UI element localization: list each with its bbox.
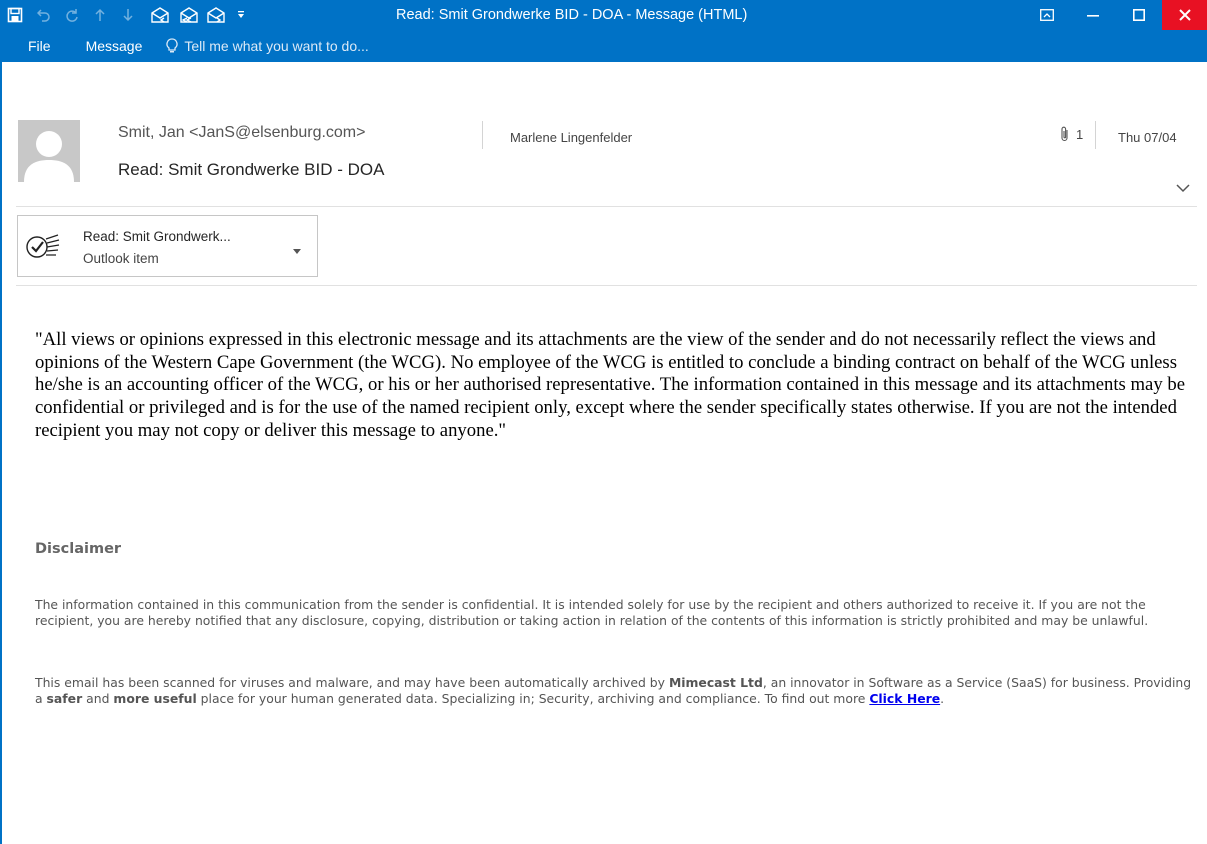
scan-text: place for your human generated data. Spe… bbox=[196, 690, 870, 706]
quick-access-toolbar bbox=[0, 0, 252, 30]
attachment-count: 1 bbox=[1076, 126, 1084, 142]
save-icon[interactable] bbox=[0, 0, 30, 30]
divider bbox=[16, 285, 1197, 286]
close-icon[interactable] bbox=[1162, 0, 1207, 30]
title-bar: Read: Smit Grondwerke BID - DOA - Messag… bbox=[0, 0, 1207, 62]
scan-bold: safer bbox=[46, 690, 83, 706]
scan-bold: more useful bbox=[113, 690, 197, 706]
undo-icon[interactable] bbox=[30, 0, 58, 30]
sent-date: Thu 07/04 bbox=[1118, 130, 1177, 145]
scan-text: . bbox=[940, 690, 945, 706]
window-left-border bbox=[0, 62, 2, 844]
attachment-type: Outlook item bbox=[83, 251, 159, 266]
scan-text: and bbox=[82, 690, 114, 706]
ribbon-tabs: File Message Tell me what you want to do… bbox=[0, 30, 369, 62]
paperclip-icon bbox=[1061, 126, 1068, 142]
attachment-dropdown-icon[interactable] bbox=[293, 240, 301, 259]
tell-me-placeholder: Tell me what you want to do... bbox=[184, 38, 369, 54]
header-separator bbox=[482, 121, 483, 149]
minimize-icon[interactable] bbox=[1070, 0, 1116, 30]
scan-notice: This email has been scanned for viruses … bbox=[35, 675, 1195, 706]
recipient-name[interactable]: Marlene Lingenfelder bbox=[510, 130, 632, 145]
tab-file[interactable]: File bbox=[28, 38, 51, 54]
message-body-quote: "All views or opinions expressed in this… bbox=[35, 329, 1185, 441]
next-item-icon[interactable] bbox=[114, 0, 142, 30]
attachment-card[interactable]: Read: Smit Grondwerk... Outlook item bbox=[17, 215, 318, 277]
attachment-name: Read: Smit Grondwerk... bbox=[83, 229, 231, 244]
attachment-indicator: 1 bbox=[1060, 126, 1083, 142]
disclaimer-text: The information contained in this commun… bbox=[35, 597, 1149, 628]
reply-icon[interactable] bbox=[146, 0, 174, 30]
customize-toolbar-icon[interactable] bbox=[230, 0, 252, 30]
message-subject: Read: Smit Grondwerke BID - DOA bbox=[118, 160, 385, 179]
window-controls bbox=[1024, 0, 1207, 30]
disclaimer-heading: Disclaimer bbox=[35, 541, 122, 557]
previous-item-icon[interactable] bbox=[86, 0, 114, 30]
forward-icon[interactable] bbox=[202, 0, 230, 30]
read-receipt-icon bbox=[24, 230, 64, 268]
window-title: Read: Smit Grondwerke BID - DOA - Messag… bbox=[396, 7, 748, 23]
redo-icon[interactable] bbox=[58, 0, 86, 30]
maximize-icon[interactable] bbox=[1116, 0, 1162, 30]
avatar bbox=[18, 120, 80, 182]
scan-bold: Mimecast Ltd bbox=[668, 675, 763, 690]
scan-text: This email has been scanned for viruses … bbox=[35, 675, 669, 690]
lightbulb-icon bbox=[166, 38, 178, 53]
header-separator bbox=[1095, 121, 1096, 149]
sender-name[interactable]: Smit, Jan <JanS@elsenburg.com> bbox=[118, 124, 365, 142]
reply-all-icon[interactable] bbox=[174, 0, 202, 30]
person-placeholder-icon bbox=[18, 120, 80, 182]
tab-message[interactable]: Message bbox=[76, 38, 153, 54]
divider bbox=[16, 206, 1197, 207]
click-here-link[interactable]: Click Here bbox=[869, 691, 940, 706]
tell-me-box[interactable]: Tell me what you want to do... bbox=[166, 38, 369, 54]
chevron-down-icon[interactable] bbox=[1176, 178, 1190, 197]
ribbon-display-options-icon[interactable] bbox=[1024, 0, 1070, 30]
